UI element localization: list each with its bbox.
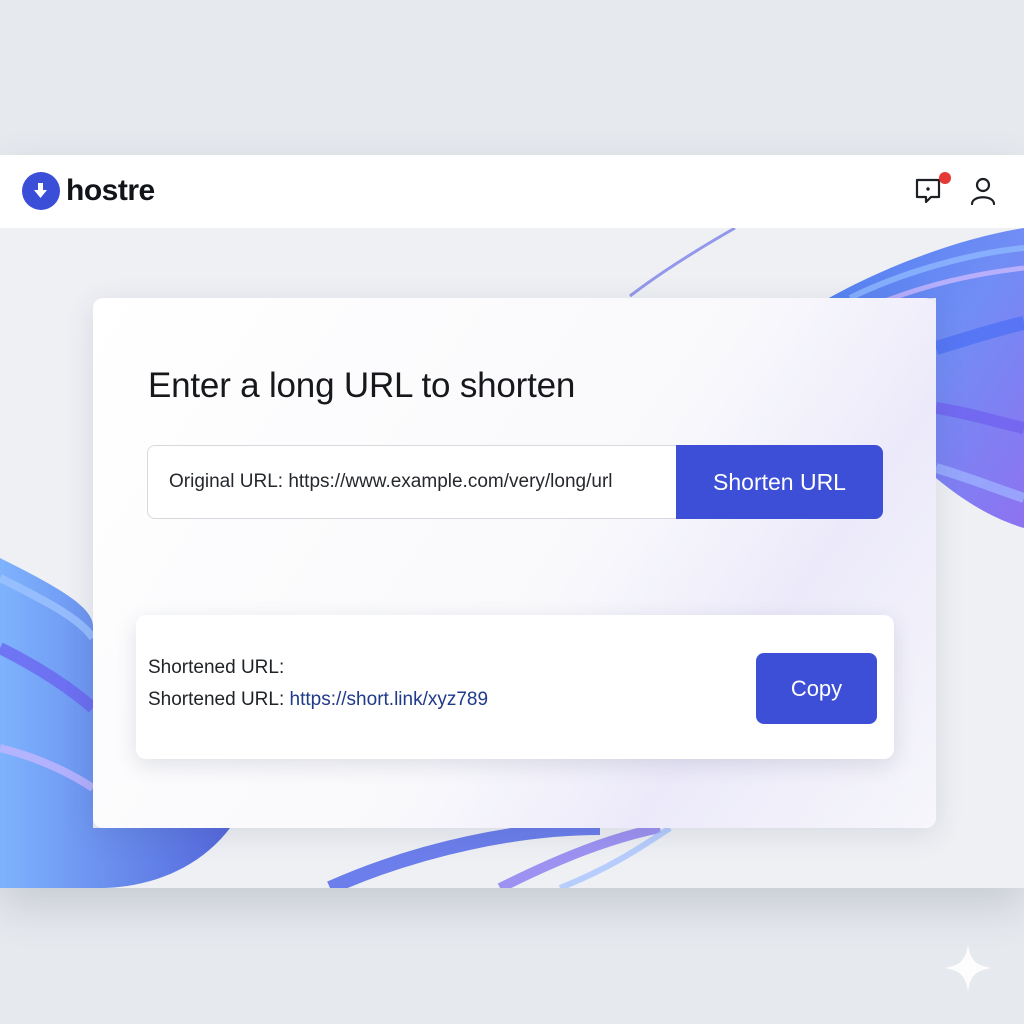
logo[interactable]: hostre (22, 172, 155, 210)
user-button[interactable] (967, 175, 999, 207)
url-form: Original URL: https://www.example.com/ve… (147, 445, 883, 519)
shorten-url-button[interactable]: Shorten URL (676, 445, 883, 519)
url-input[interactable]: Original URL: https://www.example.com/ve… (147, 445, 676, 519)
notification-dot (939, 172, 951, 184)
sparkle-icon (944, 944, 992, 992)
result-line-prefix: Shortened URL: (148, 689, 285, 710)
logo-icon (22, 172, 60, 210)
result-line: Shortened URL: https://short.link/xyz789 (148, 689, 488, 711)
copy-button[interactable]: Copy (756, 653, 877, 724)
top-header: hostre (0, 155, 1024, 228)
short-link[interactable]: https://short.link/xyz789 (290, 689, 489, 710)
feedback-button[interactable] (913, 172, 951, 207)
app-window: hostre Enter a long URL to shorten Origi… (0, 155, 1024, 888)
page-title: Enter a long URL to shorten (148, 366, 576, 405)
app-name: hostre (66, 174, 155, 207)
result-panel: Shortened URL: Shortened URL: https://sh… (136, 615, 894, 759)
user-icon (970, 177, 996, 206)
result-label: Shortened URL: (148, 657, 285, 678)
shortener-card: Enter a long URL to shorten Original URL… (93, 298, 936, 828)
